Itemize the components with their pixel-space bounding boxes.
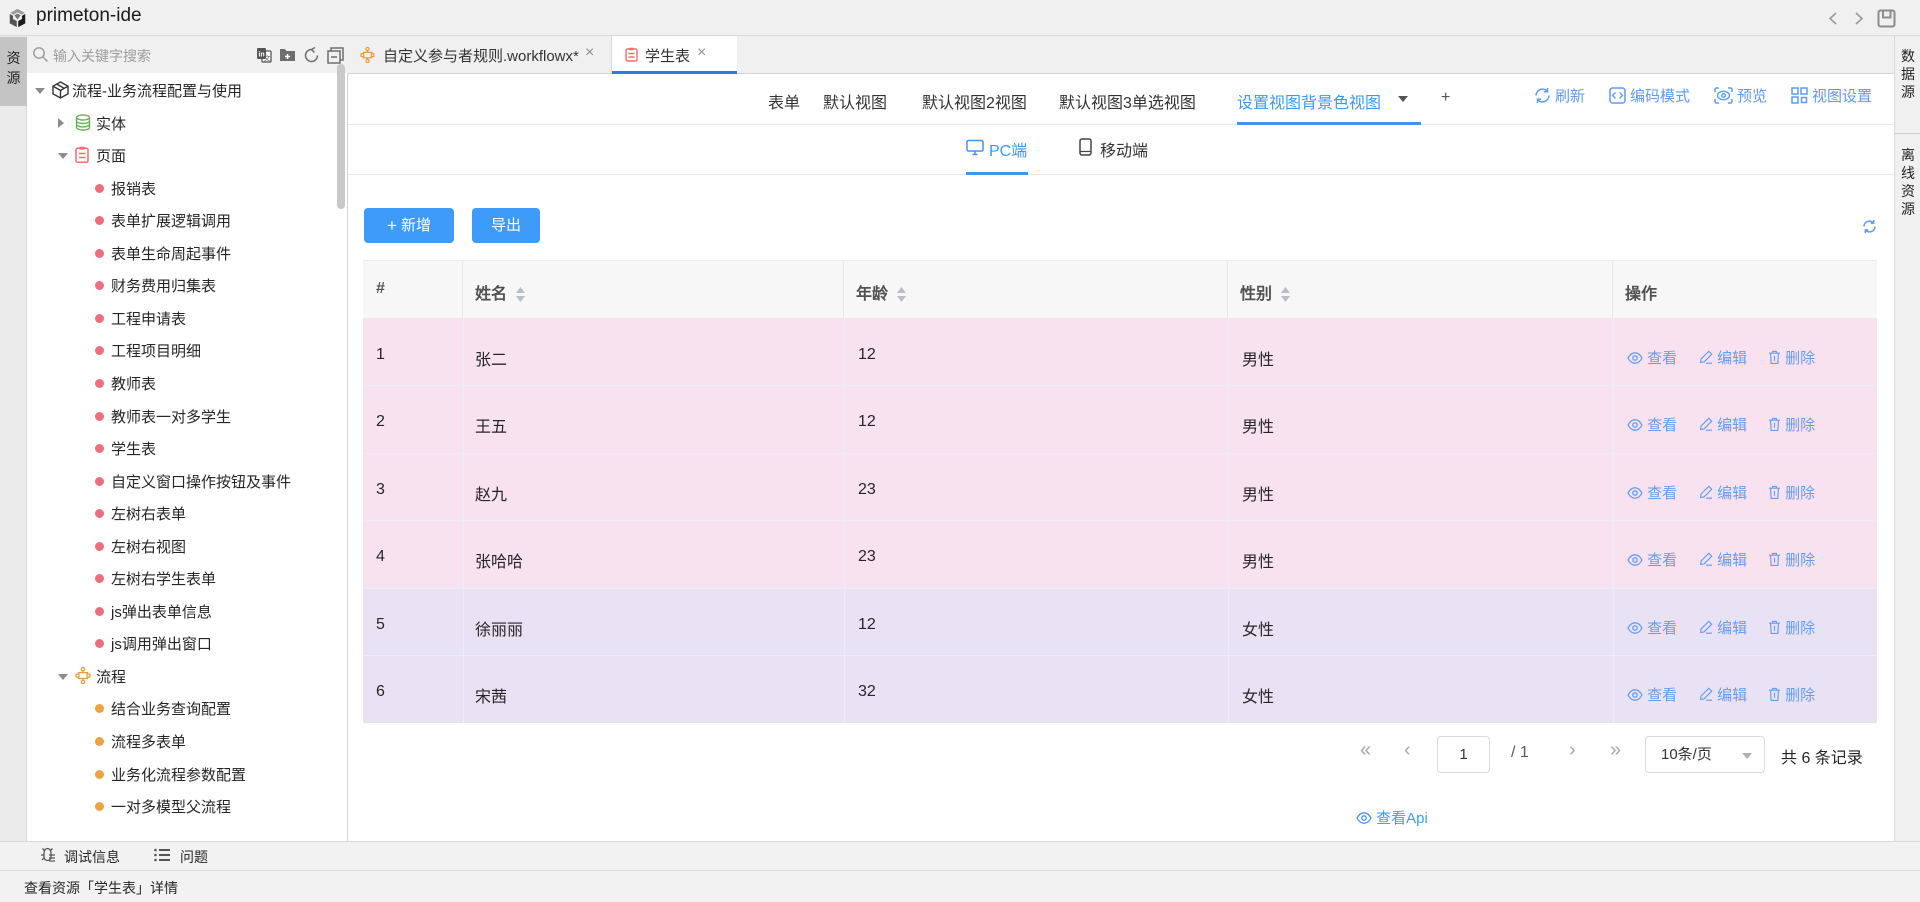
svg-text:文: 文 [264, 54, 271, 63]
